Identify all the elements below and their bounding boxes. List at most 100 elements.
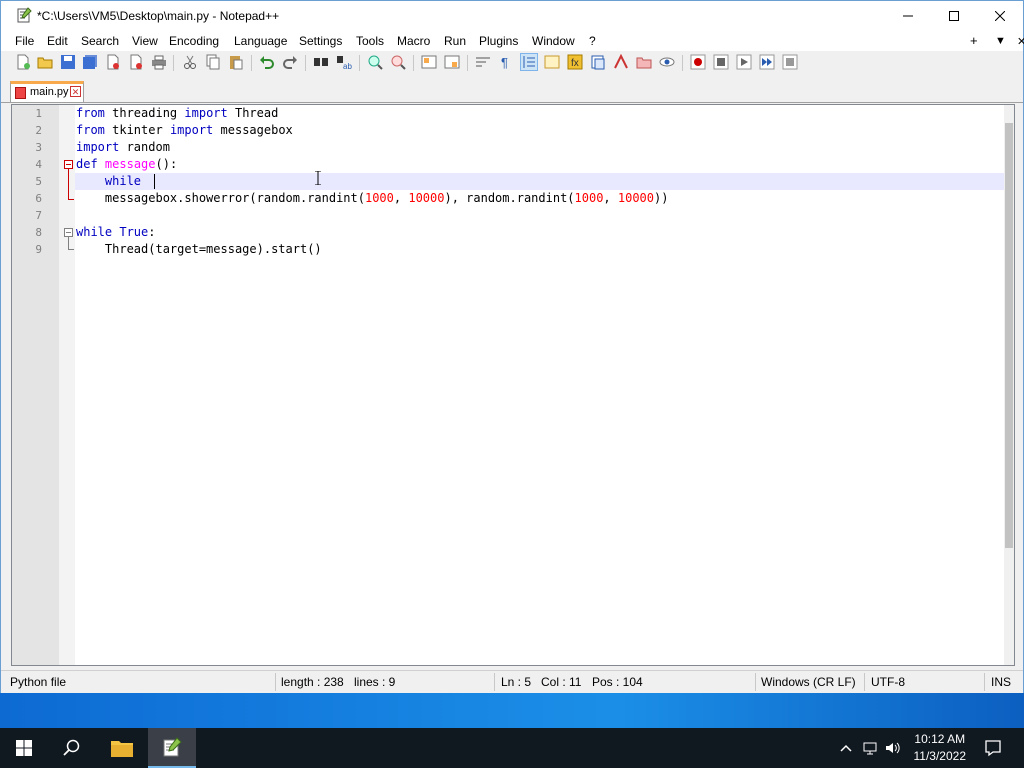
folder-icon[interactable] [636,54,652,70]
close-file-icon[interactable] [105,54,121,70]
eye-icon[interactable] [659,54,675,70]
status-file-type: Python file [10,675,67,689]
menu-view[interactable]: View [132,34,158,48]
current-code-line: while [75,173,1004,190]
status-insert-mode: INS [991,675,1012,689]
clock-date: 11/3/2022 [913,749,967,763]
start-button[interactable] [0,728,48,768]
menu-tools[interactable]: Tools [356,34,384,48]
notification-center-icon[interactable] [984,739,1002,757]
print-icon[interactable] [151,54,167,70]
menu-window[interactable]: Window [532,34,575,48]
line-number: 8 [35,226,42,239]
line-number: 1 [35,107,42,120]
paste-icon[interactable] [228,54,244,70]
code-editor[interactable]: 1 2 3 4 5 6 7 8 9 from threading import … [11,104,1015,666]
code-area[interactable]: from threading import Thread from tkinte… [75,105,1004,665]
line-number: 7 [35,209,42,222]
line-number-gutter: 1 2 3 4 5 6 7 8 9 [12,105,59,665]
save-all-icon[interactable] [82,54,98,70]
menu-file[interactable]: File [15,34,34,48]
close-document-button[interactable]: ✕ [1017,35,1024,48]
monitoring-icon[interactable] [613,54,629,70]
tab-close-icon[interactable]: ✕ [70,86,81,97]
toolbar-separator [173,55,174,71]
menu-search[interactable]: Search [81,34,119,48]
menu-bar: File Edit Search View Encoding Language … [1,31,1024,51]
run-macro-multiple-icon[interactable] [759,54,775,70]
search-icon [63,739,80,756]
taskbar-clock[interactable]: 10:12 AM 11/3/2022 [914,731,967,765]
menu-help[interactable]: ? [589,34,596,48]
save-icon[interactable] [60,54,76,70]
volume-icon[interactable] [884,740,900,756]
doc-map-icon[interactable] [544,54,560,70]
taskbar-notepadpp[interactable] [148,728,196,768]
taskbar-file-explorer[interactable] [98,728,146,768]
toolbar-separator [467,55,468,71]
toolbar-separator [305,55,306,71]
code-line-text: Thread(target=message).start() [76,242,322,256]
line-number: 2 [35,124,42,137]
fold-toggle-icon[interactable] [64,228,73,237]
code-line: def message(): [75,156,1004,173]
fold-toggle-icon[interactable] [64,160,73,169]
close-button[interactable] [977,1,1023,31]
sync-horizontal-icon[interactable] [444,54,460,70]
function-list-icon[interactable]: fx [567,54,583,70]
zoom-out-icon[interactable] [390,54,406,70]
fold-range-end [68,199,74,200]
status-separator [864,673,865,691]
save-macro-icon[interactable] [782,54,798,70]
taskbar-search-button[interactable] [48,728,96,768]
windows-taskbar: 10:12 AM 11/3/2022 [0,728,1024,768]
new-file-icon[interactable] [15,54,31,70]
menu-settings[interactable]: Settings [299,34,342,48]
menu-edit[interactable]: Edit [47,34,68,48]
code-line: import random [75,139,1004,156]
scrollbar-thumb[interactable] [1005,123,1013,548]
play-macro-icon[interactable] [736,54,752,70]
menu-language[interactable]: Language [234,34,287,48]
undo-icon[interactable] [259,54,275,70]
folder-workspace-icon[interactable] [590,54,606,70]
line-number: 6 [35,192,42,205]
word-wrap-icon[interactable] [475,54,491,70]
status-separator [984,673,985,691]
line-number: 9 [35,243,42,256]
code-line-text: while [104,174,142,188]
toolbar-separator [682,55,683,71]
indent-guide-icon[interactable] [520,53,538,71]
open-file-icon[interactable] [37,54,53,70]
menu-encoding[interactable]: Encoding [169,34,219,48]
zoom-in-icon[interactable] [367,54,383,70]
minimize-button[interactable] [885,1,931,31]
notepadpp-window: *C:\Users\VM5\Desktop\main.py - Notepad+… [0,0,1024,693]
maximize-button[interactable] [931,1,977,31]
network-icon[interactable] [862,740,878,756]
show-all-characters-icon[interactable]: ¶ [498,54,514,70]
menu-run[interactable]: Run [444,34,466,48]
menu-plugins[interactable]: Plugins [479,34,518,48]
close-all-icon[interactable] [128,54,144,70]
menu-macro[interactable]: Macro [397,34,430,48]
status-position: Pos : 104 [592,675,643,689]
vertical-scrollbar[interactable] [1004,105,1014,665]
notepadpp-app-icon [163,737,182,757]
status-line: Ln : 5 [501,675,532,689]
record-macro-icon[interactable] [690,54,706,70]
code-line-text: def message(): [76,157,178,171]
stop-macro-icon[interactable] [713,54,729,70]
replace-icon[interactable]: ab [336,54,352,70]
find-icon[interactable] [313,54,329,70]
tab-main-py[interactable]: main.py ✕ [10,81,84,102]
copy-icon[interactable] [205,54,221,70]
fold-range-line [68,169,69,200]
redo-icon[interactable] [282,54,298,70]
tab-list-dropdown[interactable]: ▼ [995,35,1006,47]
cut-icon[interactable] [182,54,198,70]
tray-overflow-chevron-icon[interactable] [838,740,854,756]
sync-vertical-icon[interactable] [421,54,437,70]
new-tab-button[interactable]: + [970,33,978,48]
